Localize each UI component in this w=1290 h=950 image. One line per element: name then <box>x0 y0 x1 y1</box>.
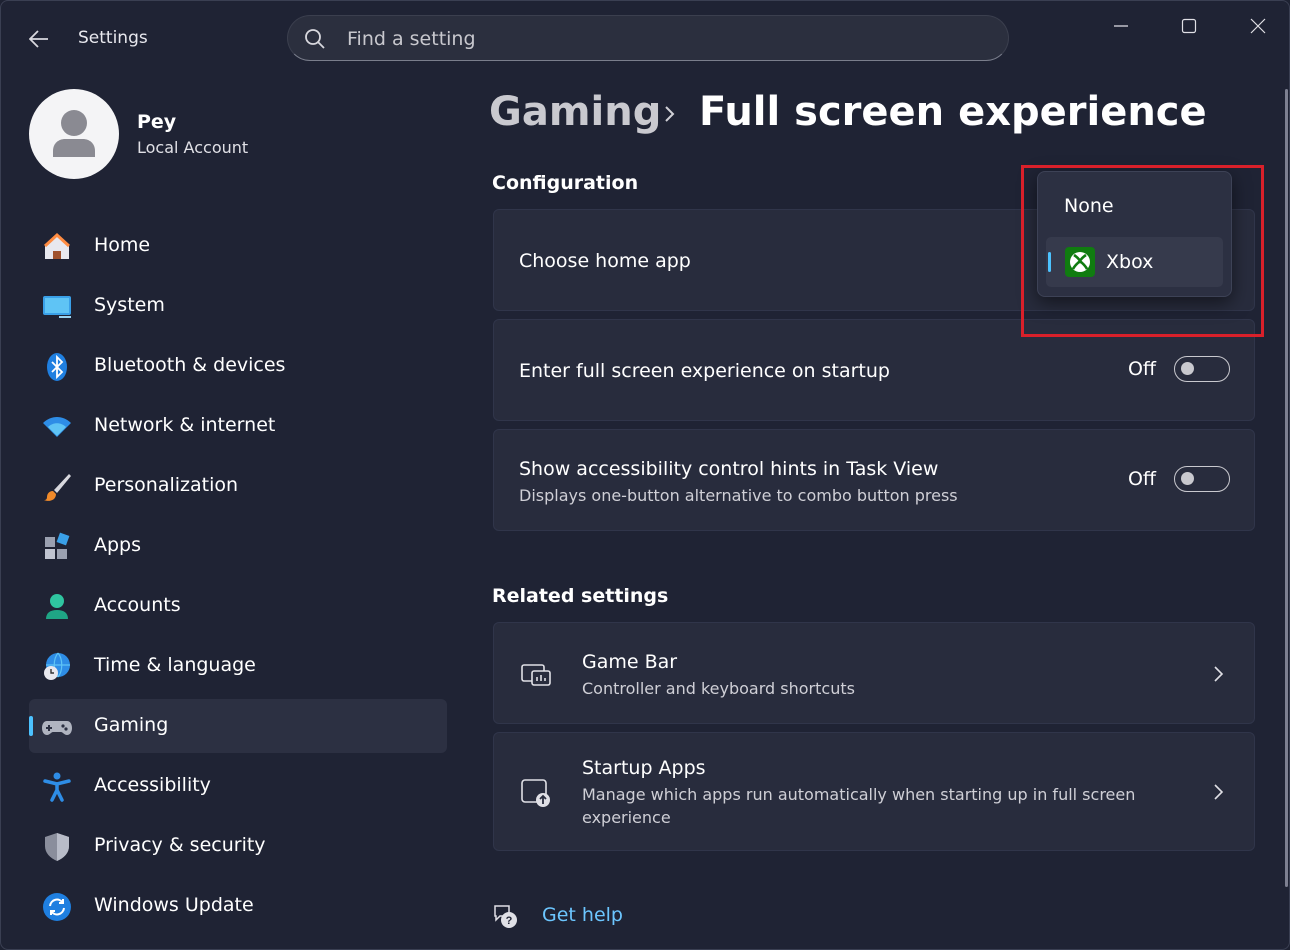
monitor-icon <box>43 296 71 318</box>
chevron-right-icon <box>1214 666 1224 682</box>
back-arrow-icon <box>29 30 48 48</box>
bluetooth-icon <box>47 353 67 381</box>
maximize-icon <box>1181 18 1197 34</box>
game-bar-icon <box>521 664 551 686</box>
shield-icon <box>45 833 69 861</box>
startup-apps-icon <box>521 779 550 807</box>
accessibility-icon <box>43 772 71 802</box>
svg-text:?: ? <box>506 915 513 927</box>
chevron-right-icon <box>1214 784 1224 800</box>
close-button[interactable] <box>1232 9 1284 43</box>
sidebar-item-label: Windows Update <box>94 894 254 916</box>
minimize-button[interactable] <box>1095 9 1147 43</box>
startup-apps-link[interactable]: Startup Apps Manage which apps run autom… <box>493 732 1255 851</box>
gamepad-icon <box>42 721 72 735</box>
selection-indicator <box>29 716 33 736</box>
hints-description: Displays one-button alternative to combo… <box>519 486 958 505</box>
chevron-right-icon <box>665 106 675 122</box>
game-bar-description: Controller and keyboard shortcuts <box>582 679 855 698</box>
sidebar-item-label: Network & internet <box>94 414 276 436</box>
game-bar-link[interactable]: Game Bar Controller and keyboard shortcu… <box>493 622 1255 724</box>
sidebar-item-label: Gaming <box>94 714 169 736</box>
sidebar-item-gaming[interactable]: Gaming <box>29 699 447 753</box>
sidebar-item-privacy-security[interactable]: Privacy & security <box>29 819 447 873</box>
apps-icon <box>45 532 70 559</box>
toggle-state-label: Off <box>1127 358 1156 380</box>
sidebar-item-label: System <box>94 294 165 316</box>
app-title: Settings <box>78 28 148 48</box>
hints-title: Show accessibility control hints in Task… <box>519 458 939 480</box>
settings-window: Settings Find a setting Pey Local Accoun… <box>0 0 1290 950</box>
sidebar-item-label: Bluetooth & devices <box>94 354 286 376</box>
sidebar-item-label: Home <box>94 234 151 256</box>
wifi-icon <box>43 417 71 437</box>
hints-card: Show accessibility control hints in Task… <box>493 429 1255 531</box>
sidebar-item-apps[interactable]: Apps <box>29 519 447 573</box>
sidebar-item-windows-update[interactable]: Windows Update <box>29 879 447 933</box>
startup-title: Enter full screen experience on startup <box>519 360 890 382</box>
sidebar-item-label: Time & language <box>94 654 256 676</box>
game-bar-title: Game Bar <box>582 651 678 673</box>
profile-account-type: Local Account <box>137 138 249 157</box>
update-icon <box>43 893 71 921</box>
toggle-knob <box>1181 472 1194 485</box>
minimize-icon <box>1114 25 1128 27</box>
breadcrumb-parent[interactable]: Gaming <box>489 89 661 135</box>
toggle-knob <box>1181 362 1194 375</box>
person-icon <box>46 594 68 619</box>
sidebar-item-time-language[interactable]: Time & language <box>29 639 447 693</box>
sidebar-item-accessibility[interactable]: Accessibility <box>29 759 447 813</box>
sidebar-item-label: Accounts <box>94 594 181 616</box>
sidebar-item-label: Accessibility <box>94 774 211 796</box>
home-app-title: Choose home app <box>519 250 691 272</box>
sidebar-item-label: Personalization <box>94 474 239 496</box>
sidebar-item-accounts[interactable]: Accounts <box>29 579 447 633</box>
scrollbar[interactable] <box>1285 89 1288 887</box>
startup-apps-description: Manage which apps run automatically when… <box>582 785 1136 827</box>
sidebar-item-label: Privacy & security <box>94 834 266 856</box>
startup-toggle-group: Off <box>1128 356 1230 382</box>
highlight-annotation-box <box>1021 165 1264 337</box>
profile-name: Pey <box>137 111 177 133</box>
avatar[interactable] <box>29 89 119 179</box>
get-help-link[interactable]: Get help <box>542 904 623 926</box>
hints-toggle[interactable] <box>1174 466 1230 492</box>
related-settings-heading: Related settings <box>492 585 669 607</box>
search-placeholder: Find a setting <box>347 28 476 50</box>
globe-clock-icon <box>44 652 70 680</box>
startup-apps-title: Startup Apps <box>582 757 706 779</box>
hints-toggle-group: Off <box>1128 466 1230 492</box>
maximize-button[interactable] <box>1163 9 1215 43</box>
home-icon <box>43 232 71 259</box>
sidebar-item-label: Apps <box>94 534 142 556</box>
sidebar-item-personalization[interactable]: Personalization <box>29 459 447 513</box>
brush-icon <box>44 474 71 501</box>
page-title: Full screen experience <box>699 89 1207 135</box>
search-icon <box>305 29 325 49</box>
sidebar-item-home[interactable]: Home <box>29 219 447 273</box>
startup-toggle[interactable] <box>1174 356 1230 382</box>
user-avatar-icon <box>53 110 95 157</box>
sidebar-item-network[interactable]: Network & internet <box>29 399 447 453</box>
search-input[interactable]: Find a setting <box>287 15 1009 61</box>
sidebar-item-system[interactable]: System <box>29 279 447 333</box>
sidebar-item-bluetooth[interactable]: Bluetooth & devices <box>29 339 447 393</box>
close-icon <box>1250 18 1266 34</box>
back-button[interactable] <box>23 23 55 55</box>
toggle-state-label: Off <box>1127 468 1156 490</box>
configuration-heading: Configuration <box>492 172 639 194</box>
help-chat-icon: ? <box>494 905 517 928</box>
